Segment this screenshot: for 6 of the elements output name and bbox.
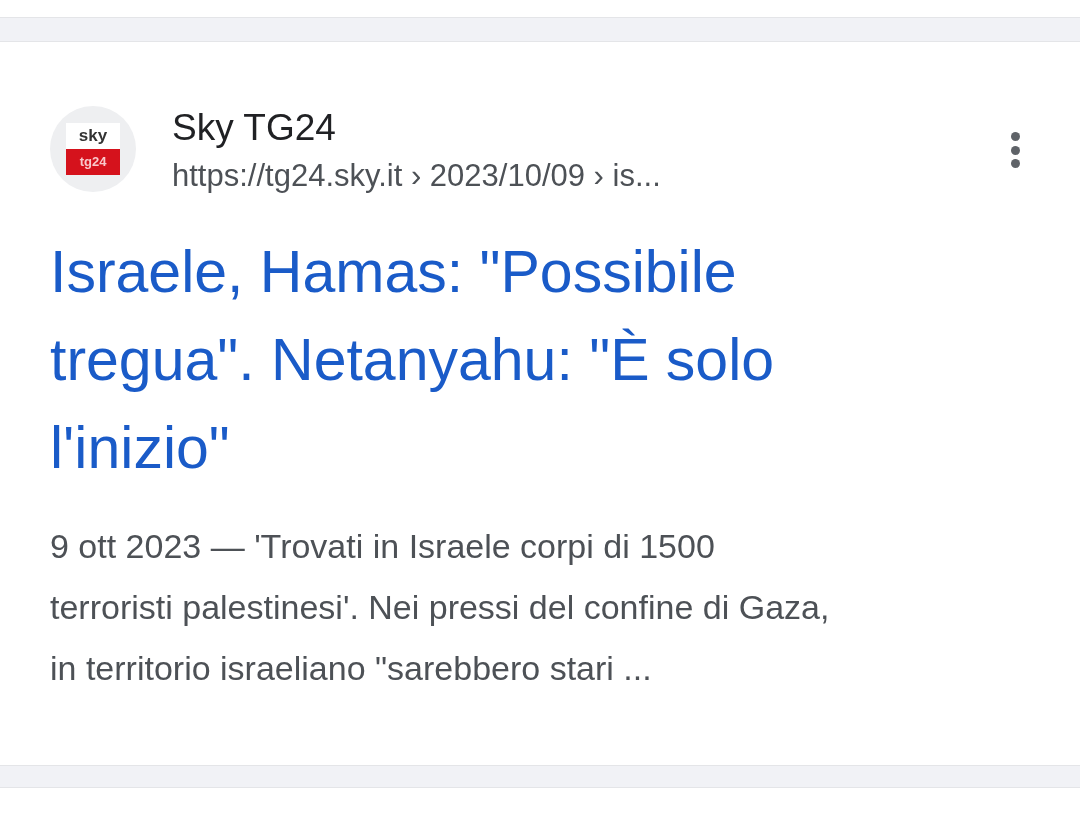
logo-text: sky <box>66 123 120 149</box>
result-snippet: 9 ott 2023 — 'Trovati in Israele corpi di 1500 terroristi palestinesi'. Nei pressi del confine di Gaza, in territorio israeliano "sarebbero stari ... <box>50 526 831 689</box>
site-name[interactable]: Sky TG24 <box>172 104 1000 152</box>
result-url[interactable]: https://tg24.sky.it › 2023/10/09 › is... <box>172 154 1000 198</box>
result-title-link[interactable]: Israele, Hamas: "Possibile tregua". Netanyahu: "È solo l'inizio" <box>50 228 930 492</box>
logo-text: tg24 <box>66 149 120 175</box>
